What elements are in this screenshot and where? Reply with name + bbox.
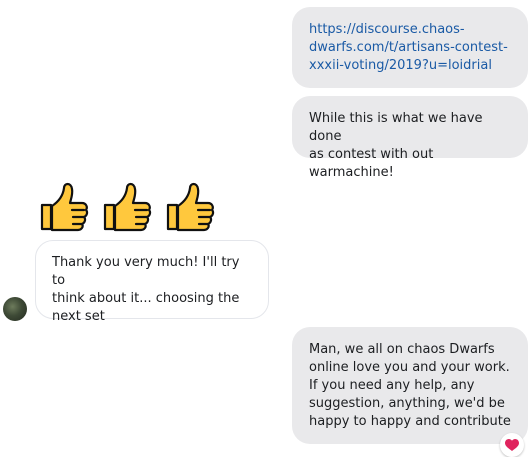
shared-link[interactable]: https://discourse.chaos- dwarfs.com/t/ar… xyxy=(309,21,512,75)
message-line-5: happy to happy and contribute xyxy=(309,414,511,429)
thumbs-up-icon xyxy=(103,182,152,232)
message-line-2: think about it... choosing the xyxy=(52,291,240,306)
message-line-4: suggestion, anything, we'd be xyxy=(309,396,505,411)
message-line-3: next set xyxy=(52,309,105,324)
link-line-3: xxxii-voting/2019?u=loidrial xyxy=(309,58,492,73)
message-line-1: While this is what we have done xyxy=(309,111,483,144)
heart-icon xyxy=(505,439,519,451)
message-line-1: Thank you very much! I'll try to xyxy=(52,255,240,288)
message-bubble-outgoing[interactable]: Man, we all on chaos Dwarfs online love … xyxy=(292,327,528,444)
thumbs-up-icon xyxy=(166,182,215,232)
message-line-2: online love you and your work. xyxy=(309,360,510,375)
thumbs-up-icon xyxy=(40,182,89,232)
message-bubble-incoming[interactable]: Thank you very much! I'll try to think a… xyxy=(35,240,269,324)
link-line-2: dwarfs.com/t/artisans-contest- xyxy=(309,40,508,55)
message-bubble-outgoing[interactable]: While this is what we have done as conte… xyxy=(292,96,528,180)
message-line-3: If you need any help, any xyxy=(309,378,475,393)
avatar[interactable] xyxy=(3,297,27,321)
message-bubble-outgoing-link[interactable]: https://discourse.chaos- dwarfs.com/t/ar… xyxy=(292,7,528,88)
reaction-badge[interactable] xyxy=(500,433,524,457)
message-line-2: as contest with out warmachine! xyxy=(309,147,434,180)
message-line-1: Man, we all on chaos Dwarfs xyxy=(309,342,495,357)
link-line-1: https://discourse.chaos- xyxy=(309,22,465,37)
emoji-message[interactable] xyxy=(38,180,216,232)
